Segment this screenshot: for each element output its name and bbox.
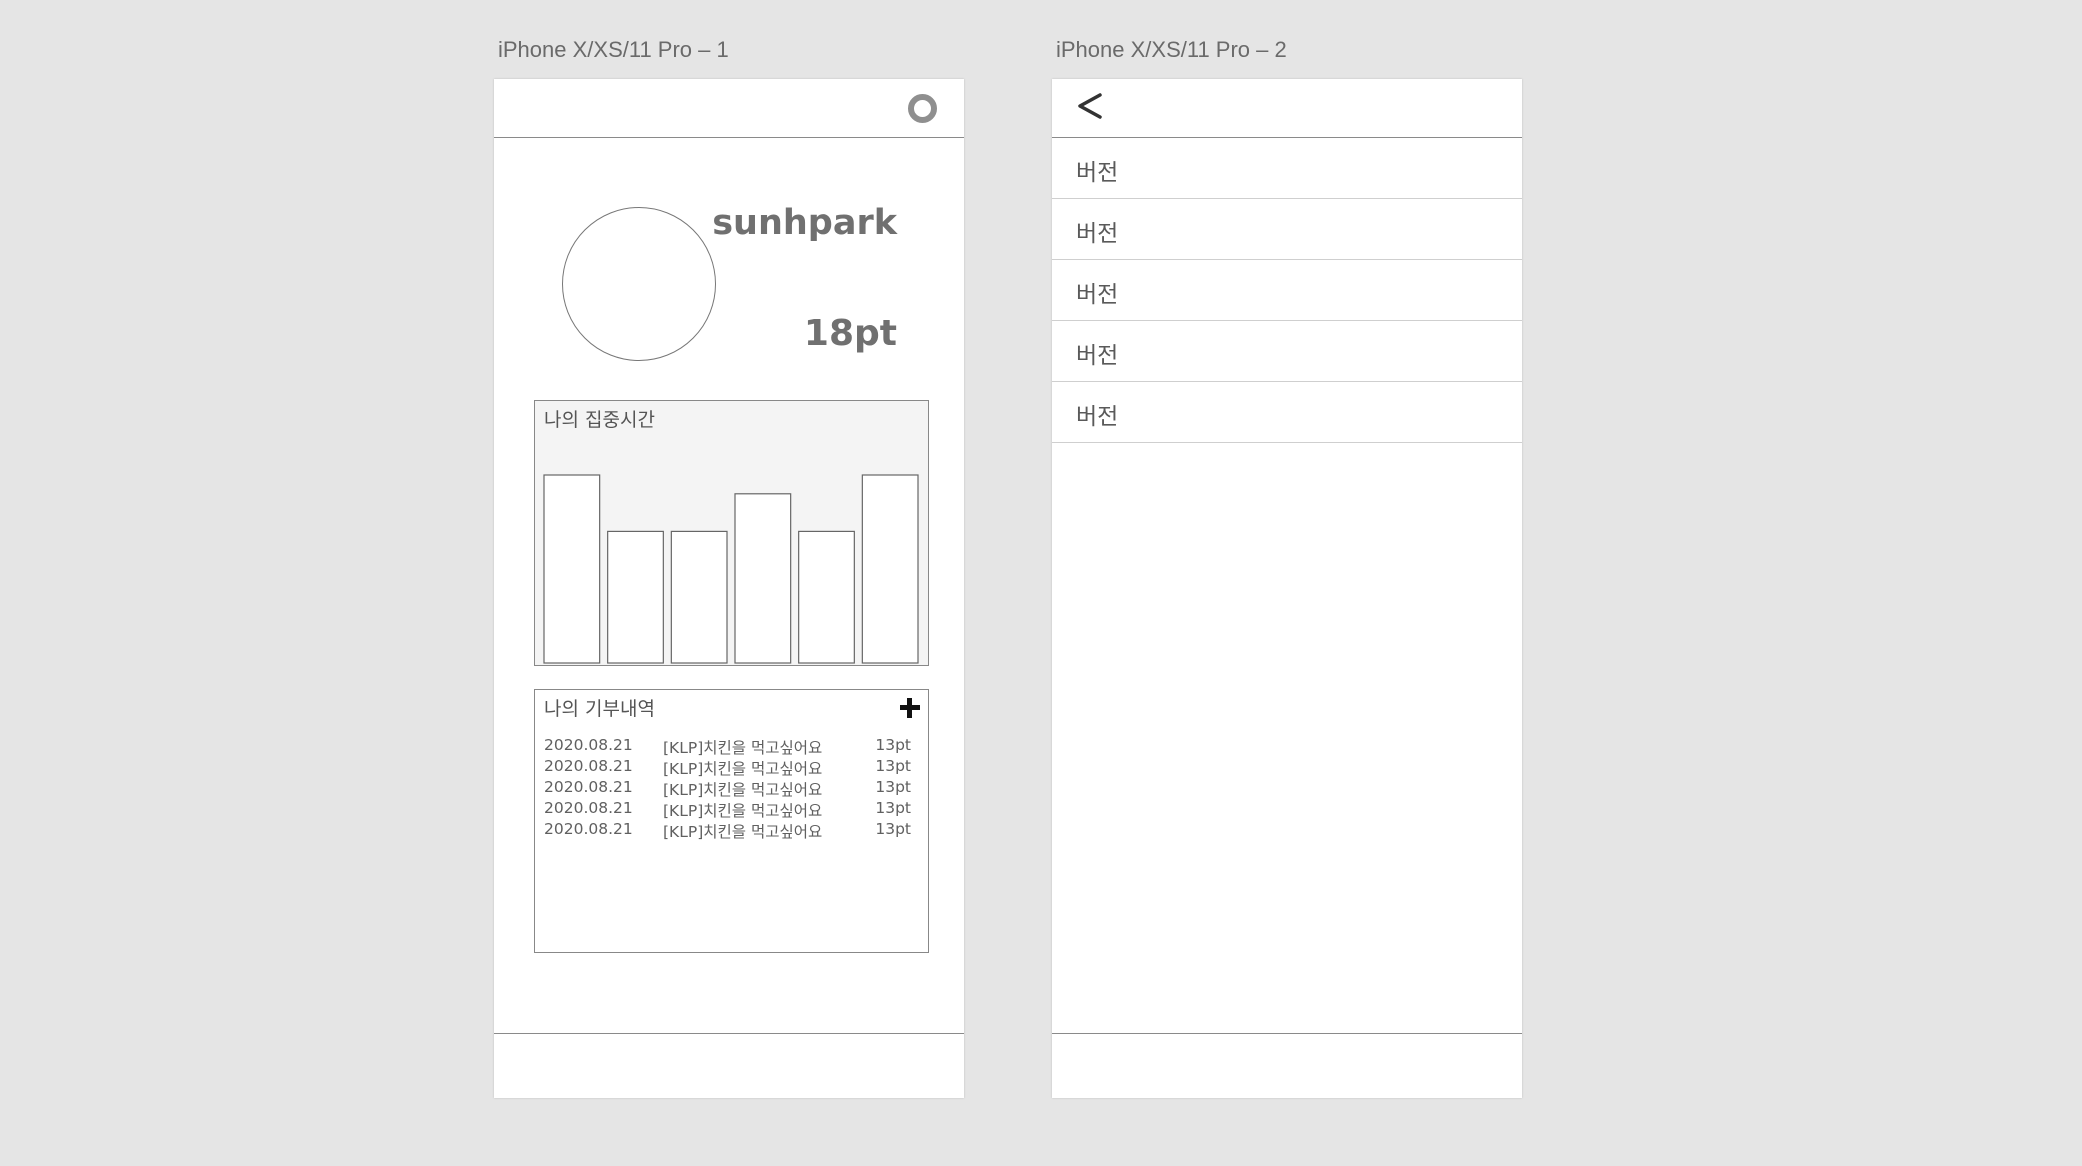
focus-bar-2	[607, 530, 664, 664]
donation-history-title: 나의 기부내역	[544, 698, 655, 720]
plus-icon[interactable]	[900, 698, 920, 718]
focus-time-panel: 나의 집중시간	[534, 400, 929, 666]
settings-item-label: 버전	[1076, 343, 1119, 369]
artboard-label-1: iPhone X/XS/11 Pro – 1	[498, 37, 729, 62]
donation-row[interactable]: 2020.08.21 [KLP]치킨을 먹고싶어요 13pt	[544, 799, 919, 820]
profile-screen: sunhpark 18pt 나의 집중시간 나의 기부내역 2020.08.21…	[494, 79, 964, 1098]
donation-list: 2020.08.21 [KLP]치킨을 먹고싶어요 13pt 2020.08.21 [K…	[544, 736, 919, 841]
donation-title: [KLP]치킨을 먹고싶어요	[663, 739, 823, 757]
donation-row[interactable]: 2020.08.21 [KLP]치킨을 먹고싶어요 13pt	[544, 778, 919, 799]
settings-item-version[interactable]: 버전	[1052, 321, 1522, 382]
donation-points: 13pt	[875, 799, 911, 817]
donation-points: 13pt	[875, 736, 911, 754]
focus-time-chart	[543, 474, 919, 664]
settings-item-label: 버전	[1076, 160, 1119, 186]
donation-date: 2020.08.21	[544, 799, 633, 817]
focus-bar-1	[543, 474, 601, 664]
settings-bottom-bar	[1052, 1033, 1522, 1098]
focus-bar-4	[734, 493, 792, 664]
donation-date: 2020.08.21	[544, 820, 633, 838]
avatar[interactable]	[562, 207, 716, 361]
chevron-left-icon[interactable]	[1074, 89, 1108, 123]
profile-bottom-bar	[494, 1033, 964, 1098]
artboard-label-2: iPhone X/XS/11 Pro – 2	[1056, 37, 1287, 62]
donation-date: 2020.08.21	[544, 778, 633, 796]
user-points: 18pt	[803, 313, 897, 354]
donation-title: [KLP]치킨을 먹고싶어요	[663, 802, 823, 820]
donation-title: [KLP]치킨을 먹고싶어요	[663, 823, 823, 841]
settings-item-label: 버전	[1076, 221, 1119, 247]
focus-bar-5	[798, 530, 855, 664]
settings-screen: 버전 버전 버전 버전 버전	[1052, 79, 1522, 1098]
donation-date: 2020.08.21	[544, 736, 633, 754]
donation-points: 13pt	[875, 820, 911, 838]
focus-bar-3	[670, 530, 728, 664]
username: sunhpark	[712, 203, 897, 243]
settings-item-version[interactable]: 버전	[1052, 382, 1522, 443]
donation-title: [KLP]치킨을 먹고싶어요	[663, 760, 823, 778]
gear-icon[interactable]	[908, 94, 937, 123]
profile-top-bar	[494, 79, 964, 138]
donation-points: 13pt	[875, 757, 911, 775]
settings-item-label: 버전	[1076, 282, 1119, 308]
donation-date: 2020.08.21	[544, 757, 633, 775]
focus-bar-6	[861, 474, 919, 664]
settings-item-version[interactable]: 버전	[1052, 260, 1522, 321]
settings-item-version[interactable]: 버전	[1052, 138, 1522, 199]
settings-top-bar	[1052, 79, 1522, 138]
settings-list: 버전 버전 버전 버전 버전	[1052, 138, 1522, 443]
settings-item-version[interactable]: 버전	[1052, 199, 1522, 260]
donation-history-panel: 나의 기부내역 2020.08.21 [KLP]치킨을 먹고싶어요 13pt 2020…	[534, 689, 929, 953]
donation-points: 13pt	[875, 778, 911, 796]
donation-title: [KLP]치킨을 먹고싶어요	[663, 781, 823, 799]
donation-row[interactable]: 2020.08.21 [KLP]치킨을 먹고싶어요 13pt	[544, 820, 919, 841]
settings-item-label: 버전	[1076, 404, 1119, 430]
donation-row[interactable]: 2020.08.21 [KLP]치킨을 먹고싶어요 13pt	[544, 736, 919, 757]
donation-row[interactable]: 2020.08.21 [KLP]치킨을 먹고싶어요 13pt	[544, 757, 919, 778]
